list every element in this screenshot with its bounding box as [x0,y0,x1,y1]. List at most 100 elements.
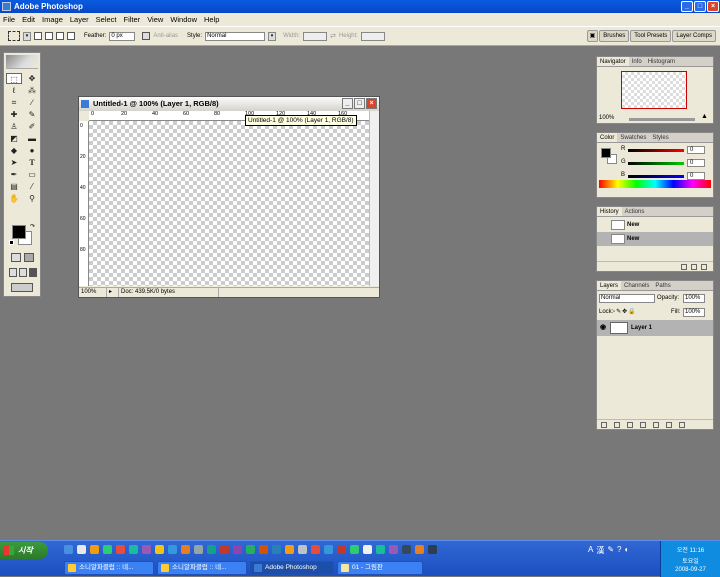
marquee-tool-icon[interactable]: ⬚ [6,73,22,84]
quicklaunch-icon[interactable] [402,545,411,554]
tab-navigator[interactable]: Navigator [597,57,629,66]
subtract-selection-icon[interactable] [56,32,64,40]
quicklaunch-icon[interactable] [415,545,424,554]
type-tool-icon[interactable]: T [24,157,40,168]
antialias-checkbox[interactable] [142,32,151,40]
adjustment-layer-icon[interactable] [640,421,646,428]
quicklaunch-icon[interactable] [376,545,385,554]
vertical-scrollbar[interactable] [369,111,379,286]
quicklaunch-icon[interactable] [246,545,255,554]
quicklaunch-icon[interactable] [142,545,151,554]
tray-icon[interactable]: ◐ [625,545,630,556]
blur-tool-icon[interactable]: ◆ [6,145,22,156]
quicklaunch-icon[interactable] [181,545,190,554]
menu-edit[interactable]: Edit [22,15,35,24]
quicklaunch-icon[interactable] [298,545,307,554]
default-colors-icon[interactable] [9,240,14,245]
quicklaunch-icon[interactable] [285,545,294,554]
taskbar-button[interactable]: 소니알파클럽 :: 네... [64,561,154,575]
width-input[interactable] [303,31,328,41]
quicklaunch-icon[interactable] [259,545,268,554]
clone-stamp-tool-icon[interactable]: ♙ [6,121,22,132]
taskbar-button-photoshop[interactable]: Adobe Photoshop [250,561,334,575]
doc-close-button[interactable]: × [366,98,377,109]
menu-window[interactable]: Window [170,15,197,24]
new-document-from-state-icon[interactable] [681,263,687,270]
layer-style-icon[interactable] [614,421,620,428]
horizontal-scrollbar[interactable] [219,288,379,297]
screen-mode-full-icon[interactable] [29,268,37,277]
quicklaunch-icon[interactable] [363,545,372,554]
ime-icon[interactable]: A [588,545,593,556]
move-tool-icon[interactable]: ✥ [24,73,40,84]
quicklaunch-icon[interactable] [155,545,164,554]
start-button[interactable]: 시작 [0,542,48,559]
close-button[interactable]: × [707,1,719,12]
notes-tool-icon[interactable]: ▤ [6,181,22,192]
style-select[interactable]: Normal [205,31,266,41]
color-fg-swatch[interactable] [601,148,611,158]
tab-swatches[interactable]: Swatches [617,133,649,142]
tab-color[interactable]: Color [597,133,618,142]
menu-select[interactable]: Select [96,15,117,24]
navigator-zoom[interactable]: 100% [599,115,614,121]
healing-brush-tool-icon[interactable]: ✚ [6,109,22,120]
history-snapshot[interactable]: New [597,218,713,232]
menu-help[interactable]: Help [204,15,219,24]
blend-mode-select[interactable]: Normal [599,294,655,303]
quicklaunch-icon[interactable] [220,545,229,554]
slice-tool-icon[interactable]: ∕ [24,97,40,108]
zoom-tool-icon[interactable]: ⚲ [24,193,40,204]
delete-layer-icon[interactable] [679,421,685,428]
ime-settings-icon[interactable]: ✎ [607,545,614,556]
height-input[interactable] [360,31,385,41]
transparent-canvas[interactable] [89,121,369,286]
green-value[interactable]: 0 [687,159,705,167]
navigator-zoom-slider[interactable] [629,118,695,121]
brushes-well[interactable]: Brushes [599,30,630,42]
new-group-icon[interactable] [653,421,659,428]
path-selection-tool-icon[interactable]: ➤ [6,157,22,168]
zoom-level[interactable]: 100% [79,288,107,297]
dodge-tool-icon[interactable]: ● [24,145,40,156]
swap-icon[interactable]: ⇄ [330,32,336,40]
document-window[interactable]: Untitled-1 @ 100% (Layer 1, RGB/8) _ □ ×… [78,96,380,298]
layer-name[interactable]: Layer 1 [631,325,652,331]
quicklaunch-icon[interactable] [324,545,333,554]
tab-history[interactable]: History [597,207,622,216]
quicklaunch-icon[interactable] [129,545,138,554]
eye-icon[interactable]: ◉ [600,320,606,336]
swap-colors-icon[interactable]: ↷ [30,223,35,230]
shape-tool-icon[interactable]: ▭ [24,169,40,180]
new-layer-icon[interactable] [666,421,672,428]
history-state[interactable]: New [597,232,713,246]
blue-value[interactable]: 0 [687,172,705,180]
standard-mode-icon[interactable] [11,253,21,262]
quicklaunch-icon[interactable] [64,545,73,554]
taskbar-button[interactable]: 01 - 그림판 [337,561,423,575]
green-slider[interactable] [628,162,684,165]
maximize-button[interactable]: □ [694,1,706,12]
quicklaunch-icon[interactable] [272,545,281,554]
menu-file[interactable]: File [3,15,15,24]
clock-tray[interactable]: 오전 11:16 토요일 2008-09-27 [660,541,720,577]
quicklaunch-icon[interactable] [90,545,99,554]
hanja-icon[interactable]: 漢 [596,545,604,556]
taskbar-button[interactable]: 소니알파클럽 :: 네... [157,561,247,575]
delete-state-icon[interactable] [701,263,707,270]
quicklaunch-icon[interactable] [428,545,437,554]
quicklaunch-icon[interactable] [168,545,177,554]
layer-mask-icon[interactable] [627,421,633,428]
layer-row[interactable]: ◉ Layer 1 [597,320,713,336]
menu-layer[interactable]: Layer [70,15,89,24]
crop-tool-icon[interactable]: ⌗ [6,97,22,108]
history-brush-tool-icon[interactable]: ✐ [24,121,40,132]
link-layers-icon[interactable] [601,421,607,428]
zoom-in-icon[interactable]: ▲ [701,113,708,120]
palette-well-icon[interactable]: ▣ [586,30,599,42]
feather-input[interactable]: 0 px [109,31,136,41]
screen-mode-full-menu-icon[interactable] [19,268,27,277]
minimize-button[interactable]: _ [681,1,693,12]
jump-to-imageready-icon[interactable] [11,283,33,292]
hand-tool-icon[interactable]: ✋ [6,193,22,204]
